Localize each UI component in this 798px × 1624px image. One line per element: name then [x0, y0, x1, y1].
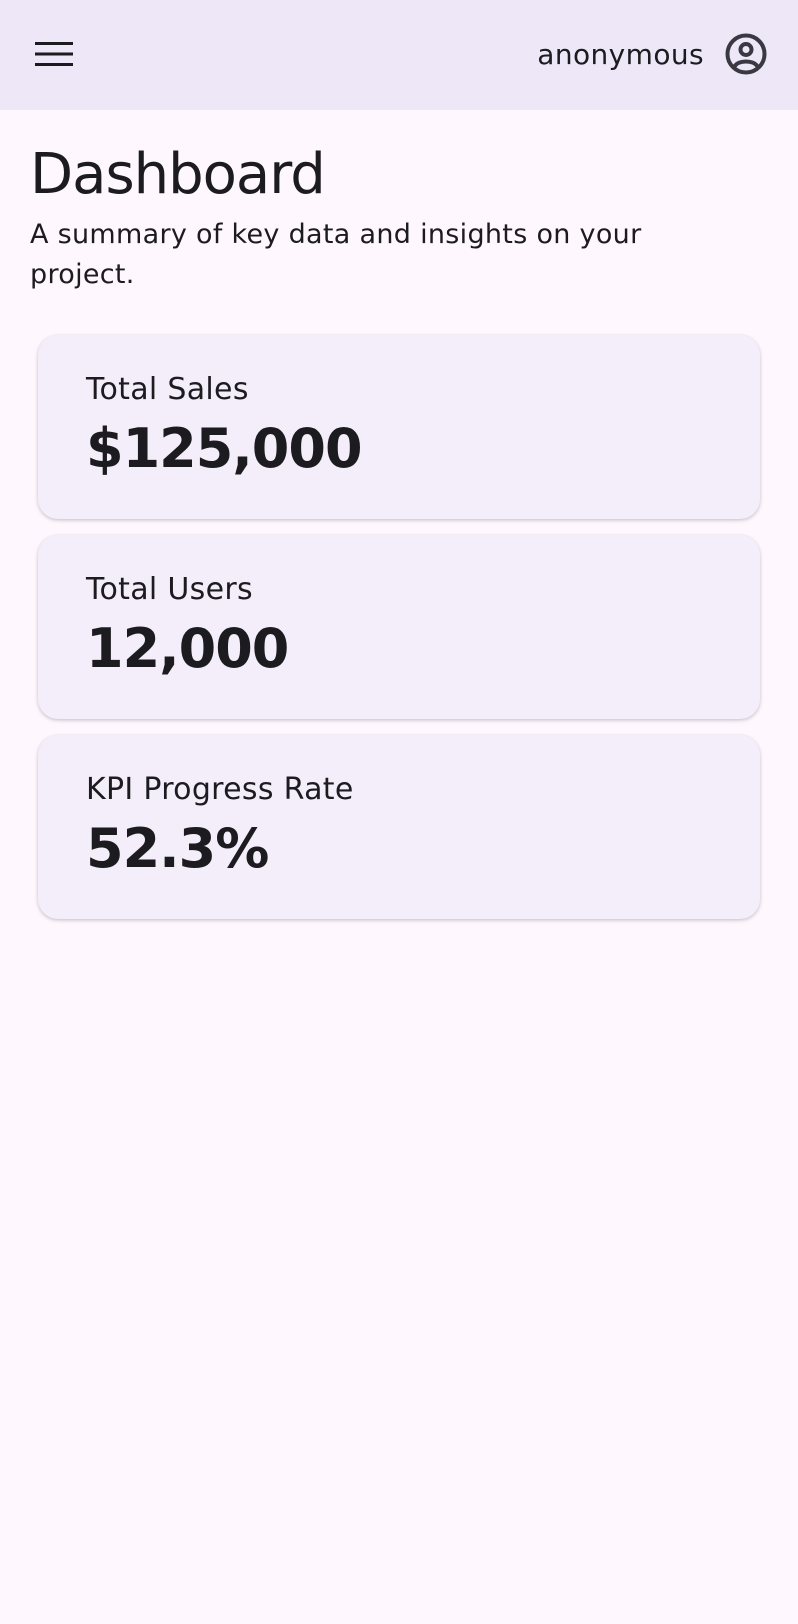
- stat-card-total-sales: Total Sales $125,000: [38, 334, 760, 519]
- hamburger-menu-icon: [35, 42, 73, 66]
- page-subtitle: A summary of key data and insights on yo…: [30, 218, 642, 290]
- stat-card-value: 52.3%: [86, 816, 269, 880]
- main-content: Dashboard A summary of key data and insi…: [0, 110, 798, 919]
- app-bar: anonymous: [0, 0, 798, 110]
- page-title: Dashboard: [30, 142, 326, 207]
- account-circle-icon: [725, 33, 767, 75]
- stat-card-label: KPI Progress Rate: [86, 771, 354, 807]
- user-area: anonymous: [537, 28, 770, 80]
- stat-card-total-users: Total Users 12,000: [38, 534, 760, 719]
- stat-cards: Total Sales $125,000 Total Users 12,000 …: [30, 334, 768, 919]
- stat-card-label: Total Users: [86, 571, 253, 607]
- menu-button[interactable]: [24, 28, 84, 80]
- stat-card-kpi-progress-rate: KPI Progress Rate 52.3%: [38, 734, 760, 919]
- account-button[interactable]: [722, 30, 770, 78]
- username: anonymous: [537, 37, 704, 71]
- stat-card-value: $125,000: [86, 416, 363, 480]
- stat-card-label: Total Sales: [86, 371, 249, 407]
- stat-card-value: 12,000: [86, 616, 289, 680]
